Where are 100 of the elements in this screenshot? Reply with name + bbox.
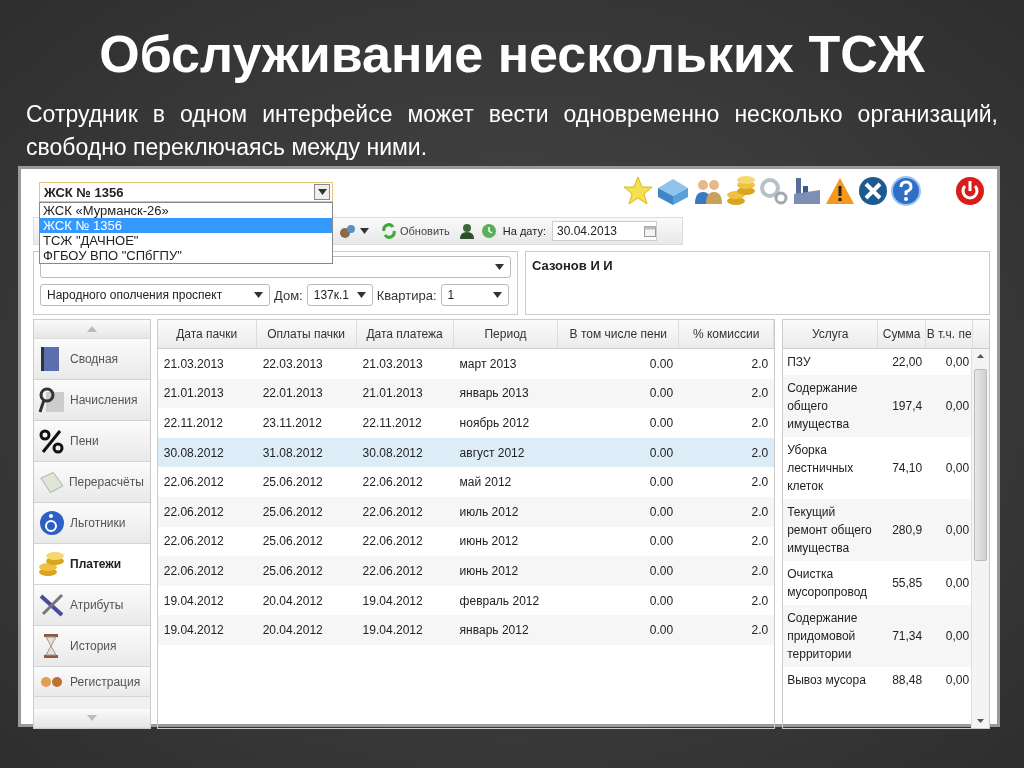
table-cell-text: 2.0 [750, 534, 770, 549]
refresh-button[interactable]: Обновить [378, 223, 453, 239]
column-header[interactable]: Дата платежа [356, 320, 454, 348]
table-cell-text: август 2012 [458, 445, 526, 460]
caret-icon [356, 292, 366, 298]
table-cell-text: 22.11.2012 [361, 416, 423, 430]
table-cell-text: 197,4 [891, 398, 924, 415]
table-cell-text: Содержание общего имущества [786, 380, 859, 433]
slide-title: Обслуживание нескольких ТСЖ [98, 24, 926, 85]
table-cell-text: 23.11.2012 [261, 416, 323, 430]
column-header[interactable]: В том числе пени [558, 320, 680, 348]
table-cell-text: 88,48 [891, 672, 924, 689]
power-icon[interactable] [955, 176, 985, 206]
tools-icon[interactable] [858, 176, 888, 206]
table-cell-text: 19.04.2012 [361, 593, 424, 608]
table-cell-text: 31.08.2012 [261, 445, 324, 460]
table-cell-text: январь 2012 [458, 623, 530, 638]
factory-icon[interactable] [792, 176, 822, 206]
table-cell-text: 22.03.2013 [261, 356, 324, 371]
table-cell-text: 19.04.2012 [361, 623, 424, 638]
house-label: Дом: [274, 287, 303, 303]
table-cell-text: 22.06.2012 [361, 563, 424, 578]
magnifier-icon [38, 386, 66, 414]
table-cell-text: июнь 2012 [458, 563, 520, 578]
dropdown-option[interactable]: ТСЖ "ДАЧНОЕ" [40, 233, 332, 248]
table-cell-text: 2.0 [750, 386, 770, 401]
street-select[interactable]: Народного ополчения проспект [40, 284, 270, 306]
dropdown-option[interactable]: ФГБОУ ВПО "СПбГПУ" [40, 248, 332, 263]
table-cell-text: июль 2012 [458, 504, 520, 519]
sidebar-item[interactable]: Атрибуты [34, 585, 150, 626]
table-cell-text: Содержание придомовой территории [786, 610, 859, 663]
wheelchair-icon [38, 509, 66, 537]
building-icon[interactable] [656, 176, 690, 206]
table-cell-text: Текущий ремонт общего имущества [786, 504, 873, 557]
column-header[interactable]: Сумма [878, 320, 927, 348]
table-cell-text: 22.06.2012 [361, 475, 424, 490]
column-header[interactable]: Период [453, 320, 559, 348]
table-cell-text: 0,00 [944, 628, 971, 645]
table-cell-text: 0,00 [944, 398, 971, 415]
help-icon[interactable] [891, 176, 921, 206]
calendar-icon [643, 225, 656, 237]
table-cell-text: 0.00 [648, 445, 675, 460]
table-cell-text: 2.0 [750, 623, 770, 638]
table-cell-text: 20.04.2012 [261, 593, 324, 608]
table-cell-text: 22.06.2012 [162, 534, 225, 549]
sidebar-item[interactable]: Перерасчёты [34, 462, 150, 503]
sidebar-item[interactable]: Начисления [34, 380, 150, 421]
table-cell-text: ПЗУ [786, 354, 812, 371]
sidebar-item[interactable]: Пени [34, 421, 150, 462]
sidebar-item[interactable]: Регистрация [34, 667, 150, 697]
table-cell-text: 55,85 [891, 575, 924, 592]
down-arrow-icon [977, 719, 984, 723]
table-cell-text: 22.06.2012 [361, 504, 424, 519]
table-cell-text: 0.00 [648, 623, 675, 638]
slide-subtitle: Сотрудник в одном интерфейсе может вести одновременно несколько организаций, свободно переключаясь между ними. [26, 100, 998, 160]
table-cell-text: 71,34 [891, 628, 924, 645]
coins-icon[interactable] [726, 175, 756, 207]
table-cell-text: май 2012 [458, 475, 513, 490]
scrollbar[interactable] [971, 349, 989, 728]
column-header[interactable]: % комиссии [679, 320, 775, 348]
dropdown-option[interactable]: ЖСК «Мурманск-26» [40, 203, 332, 218]
clock-icon[interactable] [480, 223, 497, 239]
table-cell-text: 22.06.2012 [361, 534, 424, 549]
date-field[interactable]: 30.04.2013 [551, 221, 657, 241]
sidebar-item[interactable]: История [34, 626, 150, 667]
down-arrow-icon [86, 715, 97, 721]
table-cell-text: 0.00 [648, 356, 675, 371]
scrollbar-thumb[interactable] [974, 369, 987, 561]
star-icon[interactable] [623, 176, 653, 206]
warning-icon[interactable] [825, 177, 855, 205]
column-header[interactable]: Услуга [783, 320, 879, 348]
table-cell-text: 2.0 [750, 445, 770, 460]
up-arrow-icon [86, 326, 97, 332]
sidebar-item[interactable]: Льготники [34, 503, 150, 544]
table-cell-text: 22.06.2012 [162, 475, 225, 490]
house-select[interactable]: 137к.1 [306, 284, 373, 306]
selected-row[interactable]: 30.08.2012 31.08.2012 30.08.2012 август 2012 0.00 2.0 [157, 437, 775, 468]
table-cell-text: 2.0 [750, 563, 770, 578]
column-header[interactable]: В т.ч. пе [926, 320, 974, 348]
table-cell-text: 2.0 [750, 416, 770, 430]
refresh-icon [381, 223, 397, 239]
organization-select[interactable]: ЖСК № 1356 [39, 182, 333, 202]
table-cell-text: 22,00 [891, 354, 924, 371]
column-header[interactable]: Дата пачки [157, 320, 257, 348]
table-cell-text: январь 2013 [458, 386, 530, 401]
table-cell-text: 2.0 [750, 504, 770, 519]
table-cell-text: 22.01.2013 [261, 386, 324, 401]
flat-label: Квартира: [376, 287, 437, 303]
flat-select[interactable]: 1 [440, 284, 509, 306]
column-header[interactable]: Оплаты пачки [256, 320, 357, 348]
table-cell-text: 21.03.2013 [361, 356, 424, 371]
sidebar-item[interactable]: Сводная [34, 339, 150, 380]
person-icon[interactable] [458, 223, 475, 239]
table-cell-text: 0,00 [944, 575, 971, 592]
table-cell-text: 0.00 [648, 563, 675, 578]
table-cell-text: 0,00 [944, 672, 971, 689]
table-cell-text: Уборка лестничных клеток [786, 442, 855, 495]
table-cell-text: 2.0 [750, 356, 770, 371]
table-cell-text: 74,10 [891, 460, 924, 477]
sidebar-item[interactable]: Платежи [34, 544, 150, 585]
